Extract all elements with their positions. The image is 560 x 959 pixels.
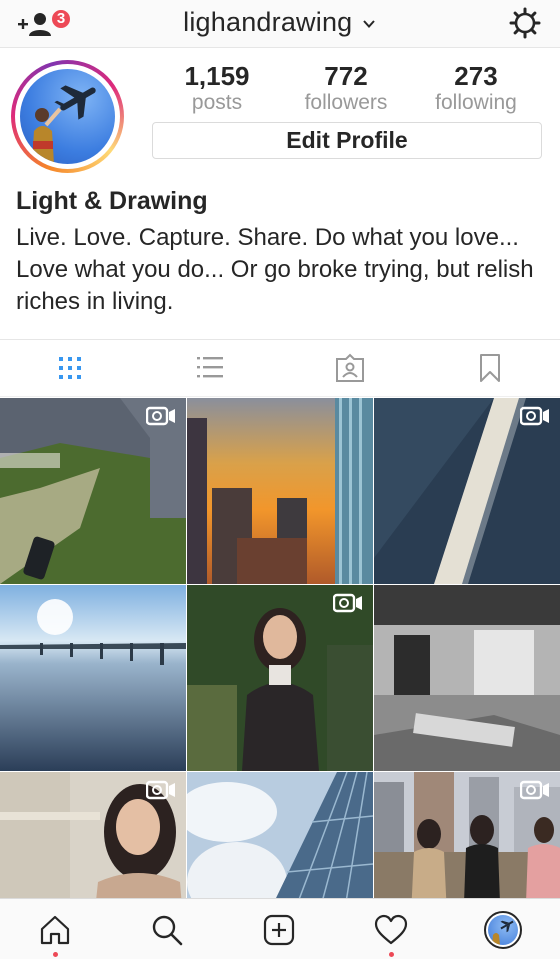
activity-notification-dot bbox=[389, 952, 394, 957]
video-icon bbox=[520, 406, 549, 426]
top-header: 3 lighandrawing bbox=[0, 0, 560, 48]
glass-tower-image bbox=[187, 772, 373, 898]
followers-label: followers bbox=[304, 91, 388, 114]
settings-button[interactable] bbox=[509, 7, 541, 39]
followers-count: 772 bbox=[324, 61, 368, 91]
following-label: following bbox=[435, 91, 517, 114]
profile-avatar bbox=[484, 911, 522, 949]
post-tile[interactable] bbox=[374, 585, 560, 771]
office-interior-image bbox=[374, 585, 560, 771]
post-tile[interactable] bbox=[374, 398, 560, 584]
tab-list[interactable] bbox=[194, 352, 226, 384]
following-stat[interactable]: 273 following bbox=[416, 62, 536, 115]
post-tile[interactable] bbox=[0, 772, 186, 898]
chevron-down-icon bbox=[363, 20, 375, 28]
post-tile[interactable] bbox=[187, 585, 373, 771]
post-tile[interactable] bbox=[187, 398, 373, 584]
post-tile[interactable] bbox=[187, 772, 373, 898]
bottom-navigation bbox=[0, 898, 560, 959]
avatar-photo bbox=[20, 69, 115, 164]
nav-home[interactable] bbox=[38, 913, 72, 957]
post-tile[interactable] bbox=[374, 772, 560, 898]
posts-count: 1,159 bbox=[184, 61, 250, 91]
airplane-photo-image bbox=[32, 85, 96, 164]
bridge-sunrise-image bbox=[0, 585, 186, 771]
video-icon bbox=[146, 406, 175, 426]
home-icon bbox=[40, 915, 70, 945]
tab-tagged[interactable] bbox=[334, 352, 366, 384]
tab-saved[interactable] bbox=[474, 352, 506, 384]
edit-profile-button[interactable]: Edit Profile bbox=[152, 122, 542, 159]
posts-label: posts bbox=[191, 91, 243, 114]
video-icon bbox=[333, 593, 362, 613]
grid-view-icon bbox=[59, 357, 81, 379]
new-post-icon bbox=[263, 914, 295, 946]
posts-stat[interactable]: 1,159 posts bbox=[157, 62, 277, 115]
nav-new-post[interactable] bbox=[262, 913, 296, 947]
profile-avatar-large[interactable] bbox=[11, 60, 124, 173]
activity-heart-icon bbox=[374, 914, 408, 945]
post-tile[interactable] bbox=[0, 585, 186, 771]
display-name: Light & Drawing bbox=[16, 187, 208, 215]
username-title: lighandrawing bbox=[183, 7, 353, 37]
account-switcher[interactable]: lighandrawing bbox=[0, 0, 560, 46]
nav-activity[interactable] bbox=[374, 913, 408, 957]
airplane-mini-image bbox=[492, 920, 514, 945]
post-tile[interactable] bbox=[0, 398, 186, 584]
home-activity-dot bbox=[53, 952, 58, 957]
profile-avatar-photo bbox=[488, 915, 518, 945]
saved-bookmark-icon bbox=[480, 354, 500, 382]
tab-grid[interactable] bbox=[54, 352, 86, 384]
following-count: 273 bbox=[454, 61, 498, 91]
list-view-icon bbox=[197, 357, 223, 378]
settings-gear-icon bbox=[509, 7, 541, 39]
nav-profile[interactable] bbox=[484, 911, 522, 949]
posts-grid bbox=[0, 398, 560, 898]
nav-search[interactable] bbox=[150, 913, 184, 947]
profile-bio: Live. Love. Capture. Share. Do what you … bbox=[16, 224, 534, 315]
tagged-photos-icon bbox=[336, 353, 364, 382]
profile-view-tabs bbox=[0, 339, 560, 397]
video-icon bbox=[520, 780, 549, 800]
city-sunset-image bbox=[187, 398, 373, 584]
search-icon bbox=[152, 915, 183, 946]
followers-stat[interactable]: 772 followers bbox=[286, 62, 406, 115]
video-icon bbox=[146, 780, 175, 800]
